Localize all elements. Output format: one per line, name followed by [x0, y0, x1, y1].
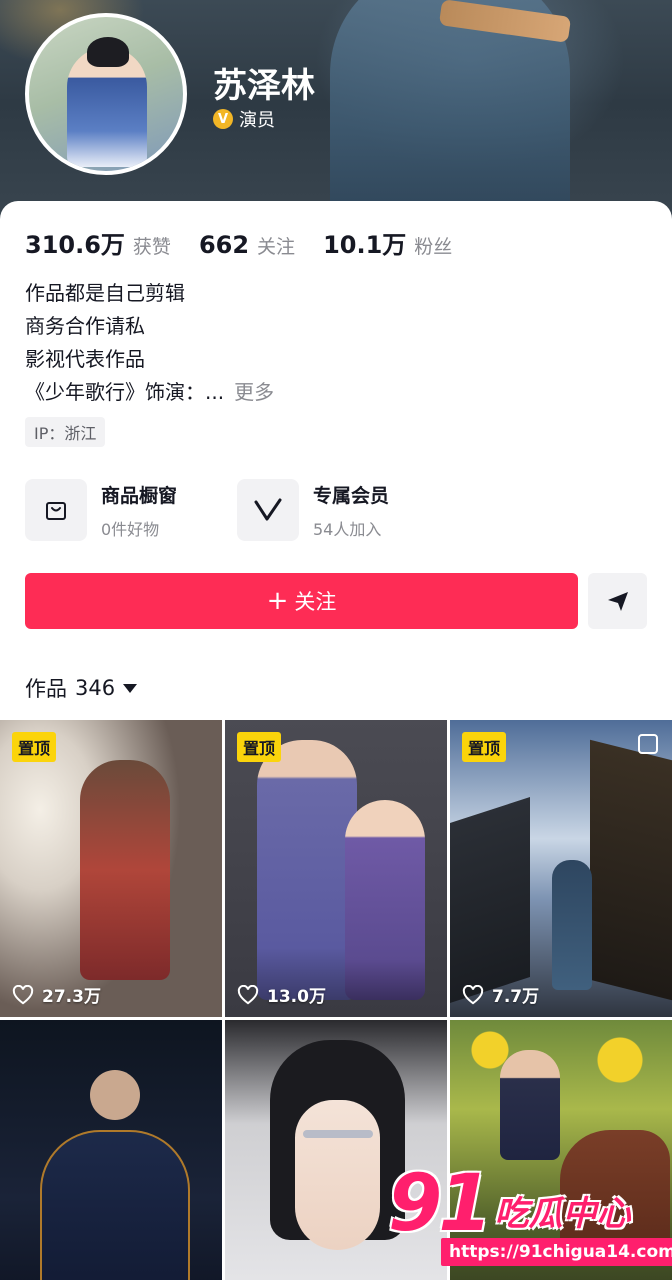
- send-icon: [607, 592, 628, 611]
- video-tile[interactable]: 置顶 27.3万: [0, 720, 222, 1017]
- feature-shop-window[interactable]: 商品橱窗 0件好物: [25, 479, 177, 541]
- profile-banner: 苏泽林 V 演员: [0, 0, 672, 230]
- bio-more-link[interactable]: 更多: [234, 380, 274, 404]
- feature-membership[interactable]: 专属会员 54人加入: [237, 479, 389, 541]
- works-count: 346: [75, 676, 116, 700]
- avatar-hair: [87, 37, 129, 67]
- feature-shop-title: 商品橱窗: [101, 484, 178, 507]
- tile-figure: [40, 1130, 190, 1280]
- like-count-value: 27.3万: [42, 987, 101, 1007]
- pinned-badge: 置顶: [462, 732, 507, 762]
- verified-icon: V: [213, 109, 233, 129]
- bio-line: 《少年歌行》饰演：...: [25, 380, 225, 404]
- watermark-text: 吃瓜中心: [494, 1194, 631, 1234]
- watermark-url: https://91chigua14.com: [441, 1238, 672, 1266]
- feature-shop-text: 商品橱窗 0件好物: [101, 481, 177, 540]
- stat-following-value: 662: [198, 231, 250, 259]
- like-count-value: 13.0万: [267, 987, 326, 1007]
- feature-membership-title: 专属会员: [313, 484, 390, 507]
- shopping-bag-icon: [25, 479, 87, 541]
- feature-membership-text: 专属会员 54人加入: [313, 481, 389, 540]
- stat-likes-label: 获赞: [132, 236, 171, 258]
- watermark-number: 91: [388, 1159, 493, 1249]
- like-count-value: 7.7万: [492, 987, 540, 1007]
- bio-line-last: 《少年歌行》饰演：... 更多: [25, 376, 274, 409]
- stat-likes-value: 310.6万: [25, 231, 125, 259]
- tile-rider: [500, 1050, 560, 1160]
- stat-following[interactable]: 662 关注: [199, 231, 295, 259]
- video-tile[interactable]: 置顶 13.0万: [225, 720, 447, 1017]
- verified-label: 演员: [239, 110, 275, 131]
- bio-line: 商务合作请私: [25, 314, 145, 338]
- stats-row: 310.6万 获赞 662 关注 10.1万 粉丝: [25, 225, 480, 260]
- tile-figure: [80, 760, 170, 980]
- tile-figure: [552, 860, 592, 990]
- membership-v-icon: [237, 479, 299, 541]
- stat-followers-label: 粉丝: [414, 236, 453, 258]
- avatar[interactable]: [25, 13, 187, 175]
- bio: 作品都是自己剪辑 商务合作请私 影视代表作品 《少年歌行》饰演：... 更多: [25, 277, 274, 409]
- heart-icon: [12, 984, 34, 1004]
- heart-icon: [462, 984, 484, 1004]
- stat-followers[interactable]: 10.1万 粉丝: [323, 225, 452, 260]
- profile-name: 苏泽林: [213, 66, 315, 106]
- stat-likes[interactable]: 310.6万 获赞: [25, 225, 171, 260]
- follow-label: 关注: [294, 590, 337, 614]
- watermark-logo: 91 吃瓜中心: [388, 1165, 631, 1243]
- tile-figure-child: [345, 800, 425, 1000]
- feature-membership-subtitle: 54人加入: [313, 519, 382, 539]
- tile-figure-adult: [257, 740, 357, 1000]
- works-tab[interactable]: 作品 346: [25, 673, 138, 703]
- feature-shop-subtitle: 0件好物: [101, 519, 160, 539]
- tile-roof-left: [450, 797, 530, 1003]
- video-tile[interactable]: 置顶 7.7万: [450, 720, 672, 1017]
- stat-following-label: 关注: [257, 236, 296, 258]
- verified-badge: V 演员: [213, 106, 275, 132]
- tile-face: [90, 1070, 140, 1120]
- plus-icon: +: [266, 586, 289, 616]
- profile-card: 310.6万 获赞 662 关注 10.1万 粉丝 作品都是自己剪辑 商务合作请…: [0, 201, 672, 1280]
- pinned-badge: 置顶: [237, 732, 282, 762]
- stat-followers-value: 10.1万: [323, 231, 407, 259]
- like-count: 13.0万: [237, 982, 326, 1007]
- bio-line: 作品都是自己剪辑: [25, 281, 185, 305]
- tile-face: [295, 1100, 380, 1250]
- video-tile[interactable]: [0, 1020, 222, 1280]
- like-count: 27.3万: [12, 982, 101, 1007]
- tile-roof-right: [590, 739, 672, 1001]
- multi-image-icon: [638, 734, 658, 754]
- bio-line: 影视代表作品: [25, 347, 145, 371]
- ip-location-badge: IP：浙江: [25, 417, 106, 447]
- caret-down-icon: [123, 683, 138, 693]
- follow-button[interactable]: + 关注: [25, 573, 578, 629]
- works-label: 作品: [25, 677, 67, 701]
- heart-icon: [237, 984, 259, 1004]
- pinned-badge: 置顶: [12, 732, 57, 762]
- like-count: 7.7万: [462, 982, 539, 1007]
- tile-headband: [303, 1130, 373, 1138]
- share-button[interactable]: [588, 573, 647, 629]
- tile-flowers: [450, 1020, 672, 1110]
